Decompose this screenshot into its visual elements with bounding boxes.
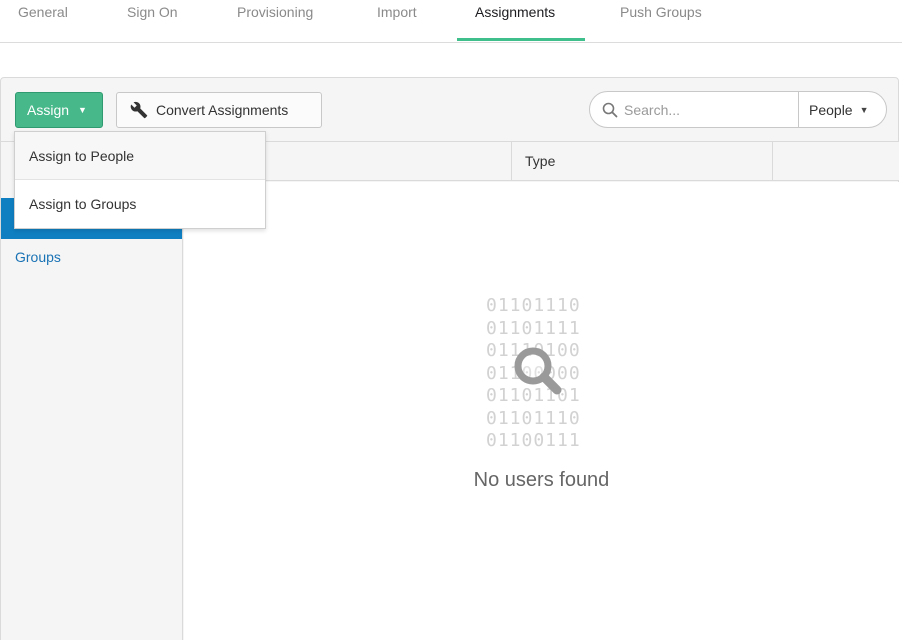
caret-down-icon: ▼	[78, 105, 87, 115]
sidebar-item-groups[interactable]: Groups	[15, 249, 61, 265]
tab-push-groups[interactable]: Push Groups	[620, 4, 702, 20]
table-header: Type	[183, 141, 899, 181]
active-tab-indicator	[457, 38, 585, 41]
convert-assignments-label: Convert Assignments	[156, 102, 289, 118]
search-scope-label: People	[809, 101, 853, 118]
wrench-icon	[130, 101, 148, 119]
search-box: People ▼	[589, 91, 887, 128]
tab-assignments[interactable]: Assignments	[475, 4, 555, 20]
caret-down-icon: ▼	[859, 104, 869, 115]
binary-line: 01100111	[486, 430, 581, 451]
binary-line: 01101111	[486, 317, 581, 339]
tab-provisioning[interactable]: Provisioning	[237, 4, 313, 20]
tab-bar: General Sign On Provisioning Import Assi…	[0, 0, 902, 43]
search-icon	[602, 102, 618, 118]
menu-item-assign-to-people[interactable]: Assign to People	[15, 132, 265, 180]
column-header-type[interactable]: Type	[511, 142, 773, 180]
binary-line: 01101110	[486, 407, 581, 429]
convert-assignments-button[interactable]: Convert Assignments	[116, 92, 322, 128]
assign-button[interactable]: Assign ▼	[15, 92, 103, 128]
magnifier-icon	[514, 347, 562, 395]
search-input[interactable]	[624, 92, 794, 127]
menu-item-assign-to-groups[interactable]: Assign to Groups	[15, 180, 265, 228]
tab-general[interactable]: General	[18, 4, 68, 20]
assignments-list: 01101110 01101111 01110100 01100000 0110…	[184, 182, 899, 640]
assign-dropdown-menu: Assign to People Assign to Groups	[14, 131, 266, 229]
search-scope-select[interactable]: People ▼	[798, 92, 886, 127]
binary-line: 01101110	[486, 295, 581, 316]
tab-sign-on[interactable]: Sign On	[127, 4, 178, 20]
assign-button-label: Assign	[27, 102, 70, 118]
tab-import[interactable]: Import	[377, 4, 417, 20]
empty-state-message: No users found	[473, 469, 610, 491]
